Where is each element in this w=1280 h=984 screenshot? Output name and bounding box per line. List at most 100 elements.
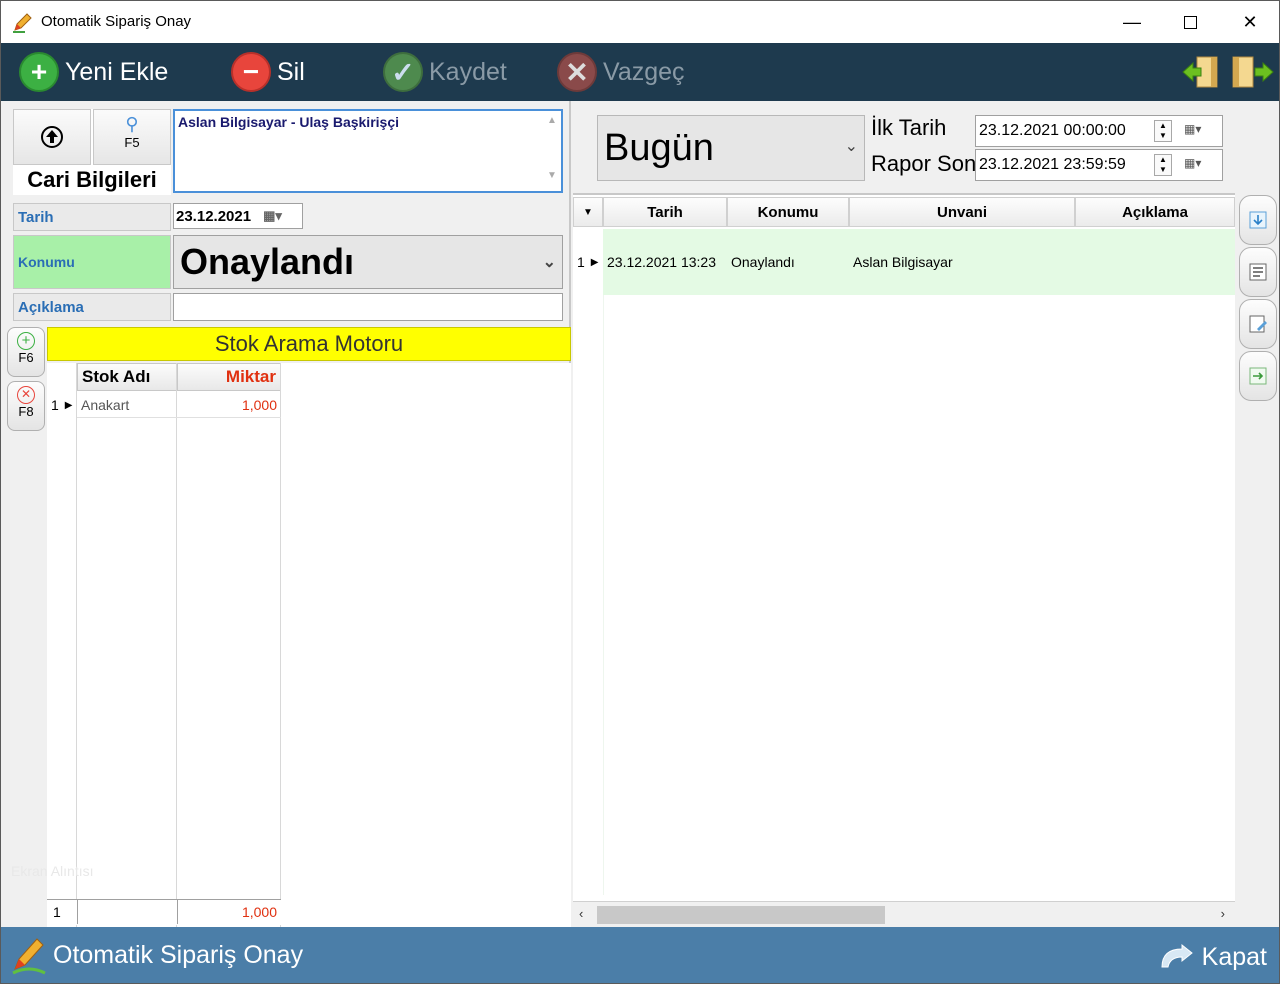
- x-circle-small-icon: ✕: [17, 386, 35, 404]
- footer-qty-total: 1,000: [241, 904, 277, 920]
- col-unvani[interactable]: Unvani: [849, 197, 1075, 227]
- period-value: Bugün: [604, 126, 714, 169]
- ilk-tarih-label: İlk Tarih: [871, 115, 947, 140]
- rapor-son-spinner[interactable]: ▲ ▼: [1154, 154, 1172, 176]
- plus-icon: +: [19, 52, 59, 92]
- order-form-panel: ⚲ F5 Cari Bilgileri Aslan Bilgisayar - U…: [3, 101, 571, 927]
- delete-button-label: Sil: [277, 57, 305, 86]
- table-row-qty[interactable]: 1,000: [177, 393, 277, 417]
- close-icon: ✕: [1242, 11, 1258, 32]
- cancel-button-label: Vazgeç: [603, 57, 685, 86]
- exit-book-icon[interactable]: [1231, 55, 1275, 89]
- undo-arrow-icon: [1161, 943, 1193, 968]
- footer-title: Otomatik Sipariş Onay: [53, 941, 304, 969]
- cari-label: Cari Bilgileri: [27, 167, 157, 192]
- new-button[interactable]: + Yeni Ekle: [19, 51, 168, 93]
- scroll-thumb[interactable]: [597, 906, 885, 924]
- ilk-calendar-icon[interactable]: ▦▾: [1184, 122, 1216, 140]
- cell-tarih[interactable]: 23.12.2021 13:23: [607, 229, 727, 295]
- aciklama-label: Açıklama: [13, 293, 171, 321]
- list-doc-icon: [1249, 263, 1267, 281]
- memo-scrollbar[interactable]: ▲ ▼: [545, 115, 559, 189]
- add-stock-button[interactable]: + F6: [7, 327, 45, 377]
- cari-search-button[interactable]: ⚲ F5: [93, 109, 171, 165]
- edit-button[interactable]: [1239, 299, 1277, 349]
- cari-memo-text: Aslan Bilgisayar - Ulaş Başkirişçi: [178, 114, 399, 130]
- table-row-indicator[interactable]: 1 ▶: [51, 393, 77, 417]
- aciklama-input[interactable]: [173, 293, 563, 321]
- row-indicator[interactable]: 1 ▶: [577, 229, 603, 295]
- table-row-name[interactable]: Anakart: [81, 393, 177, 417]
- delete-button[interactable]: − Sil: [231, 51, 305, 93]
- kapat-button[interactable]: Kapat: [1156, 941, 1267, 973]
- horizontal-scrollbar[interactable]: ‹ ›: [573, 901, 1235, 927]
- watermark-text: Ekran Alıntısı: [11, 863, 94, 879]
- period-chevron-icon: ⌄: [844, 138, 858, 155]
- calendar-dropdown-icon[interactable]: ▦▾: [263, 208, 282, 224]
- tarih-field[interactable]: 23.12.2021 ▦▾: [173, 203, 303, 229]
- report-panel: Bugün ⌄ İlk Tarih Rapor Son 23.12.2021 0…: [573, 101, 1279, 927]
- toolbar: + Yeni Ekle − Sil ✓ Kaydet ✕ Vazgeç: [1, 43, 1279, 101]
- window-title: Otomatik Sipariş Onay: [41, 13, 192, 30]
- cari-memo[interactable]: Aslan Bilgisayar - Ulaş Başkirişçi ▲ ▼: [173, 109, 563, 193]
- new-button-label: Yeni Ekle: [65, 57, 169, 86]
- orders-grid: ▼ Tarih Konumu Unvani Açıklama 1 ▶ 23.12.…: [573, 193, 1235, 927]
- edit-doc-icon: [1249, 315, 1267, 333]
- scroll-right-icon[interactable]: ›: [1221, 906, 1225, 921]
- ilk-tarih-value: 23.12.2021 00:00:00: [979, 122, 1126, 139]
- app-window: Otomatik Sipariş Onay — ✕ + Yeni Ekle − …: [0, 0, 1280, 984]
- pencil-app-icon: [13, 13, 32, 33]
- col-aciklama[interactable]: Açıklama: [1075, 197, 1235, 227]
- maximize-button[interactable]: [1161, 1, 1219, 43]
- footer-count: 1: [53, 904, 61, 920]
- ilk-tarih-spinner[interactable]: ▲ ▼: [1154, 120, 1172, 142]
- grid-menu-icon[interactable]: ▼: [573, 197, 603, 227]
- row-indicator-col: [47, 363, 77, 927]
- cari-box: ⚲ F5 Cari Bilgileri: [13, 109, 171, 195]
- stok-search-header[interactable]: Stok Arama Motoru: [47, 327, 571, 361]
- export-button[interactable]: [1239, 351, 1277, 401]
- search-shortcut: F5: [124, 135, 140, 150]
- row-pointer-icon: ▶: [64, 399, 73, 411]
- col-tarih[interactable]: Tarih: [603, 197, 727, 227]
- download-doc-icon: [1249, 211, 1267, 229]
- maximize-icon: [1183, 15, 1197, 29]
- cancel-button[interactable]: ✕ Vazgeç: [557, 51, 685, 93]
- col-konumu[interactable]: Konumu: [727, 197, 849, 227]
- grid-footer: 1 1,000: [47, 899, 281, 925]
- minus-icon: −: [231, 52, 271, 92]
- remove-shortcut: F8: [18, 404, 34, 419]
- tarih-label: Tarih: [13, 203, 171, 231]
- konumu-value: Onaylandı: [180, 241, 355, 282]
- minimize-button[interactable]: —: [1103, 1, 1161, 43]
- stok-grid: Stok Adı Miktar 1 ▶ Anakart 1,000 Ekran A…: [11, 363, 571, 927]
- pencil-footer-icon: [12, 938, 46, 975]
- tarih-value: 23.12.2021: [176, 207, 252, 225]
- x-circle-icon: ✕: [557, 52, 597, 92]
- kapat-label: Kapat: [1201, 942, 1267, 971]
- cell-konumu[interactable]: Onaylandı: [731, 229, 849, 295]
- cari-select-button[interactable]: [13, 109, 91, 165]
- save-button-label: Kaydet: [429, 57, 507, 86]
- up-arrow-circle-icon: [41, 126, 63, 148]
- cell-aciklama[interactable]: [1079, 229, 1235, 295]
- footer-bar: Otomatik Sipariş Onay Kapat: [1, 927, 1279, 983]
- rapor-son-value: 23.12.2021 23:59:59: [979, 156, 1126, 173]
- ilk-tarih-field[interactable]: 23.12.2021 00:00:00 ▲ ▼ ▦▾: [975, 115, 1223, 147]
- rapor-calendar-icon[interactable]: ▦▾: [1184, 156, 1216, 174]
- name-col: [77, 363, 177, 927]
- import-button[interactable]: [1239, 195, 1277, 245]
- konumu-select[interactable]: Onaylandı ⌄: [173, 235, 563, 289]
- cell-unvani[interactable]: Aslan Bilgisayar: [853, 229, 1075, 295]
- plus-circle-icon: +: [17, 332, 35, 350]
- save-button[interactable]: ✓ Kaydet: [383, 51, 507, 93]
- scroll-left-icon[interactable]: ‹: [579, 906, 583, 921]
- period-select[interactable]: Bugün ⌄: [597, 115, 865, 181]
- export-doc-icon: [1249, 367, 1267, 385]
- rapor-son-label: Rapor Son: [871, 151, 977, 176]
- rapor-son-field[interactable]: 23.12.2021 23:59:59 ▲ ▼ ▦▾: [975, 149, 1223, 181]
- list-button[interactable]: [1239, 247, 1277, 297]
- close-window-button[interactable]: ✕: [1221, 1, 1279, 43]
- remove-stock-button[interactable]: ✕ F8: [7, 381, 45, 431]
- back-book-icon[interactable]: [1181, 55, 1223, 89]
